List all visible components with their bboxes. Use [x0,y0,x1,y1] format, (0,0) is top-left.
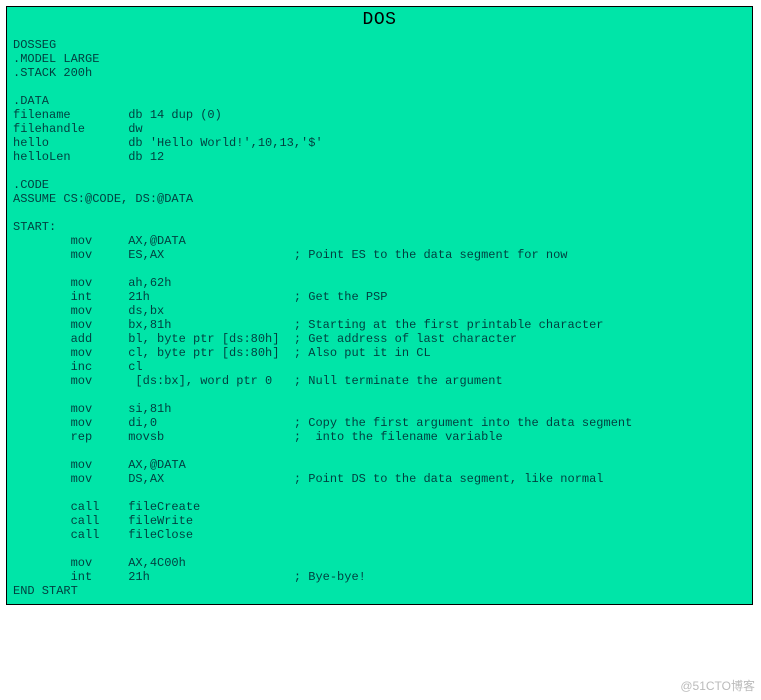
window-title: DOS [7,7,752,34]
code-window: DOS DOSSEG .MODEL LARGE .STACK 200h .DAT… [6,6,753,605]
code-listing: DOSSEG .MODEL LARGE .STACK 200h .DATA fi… [7,34,752,604]
watermark: @51CTO博客 [680,677,755,694]
